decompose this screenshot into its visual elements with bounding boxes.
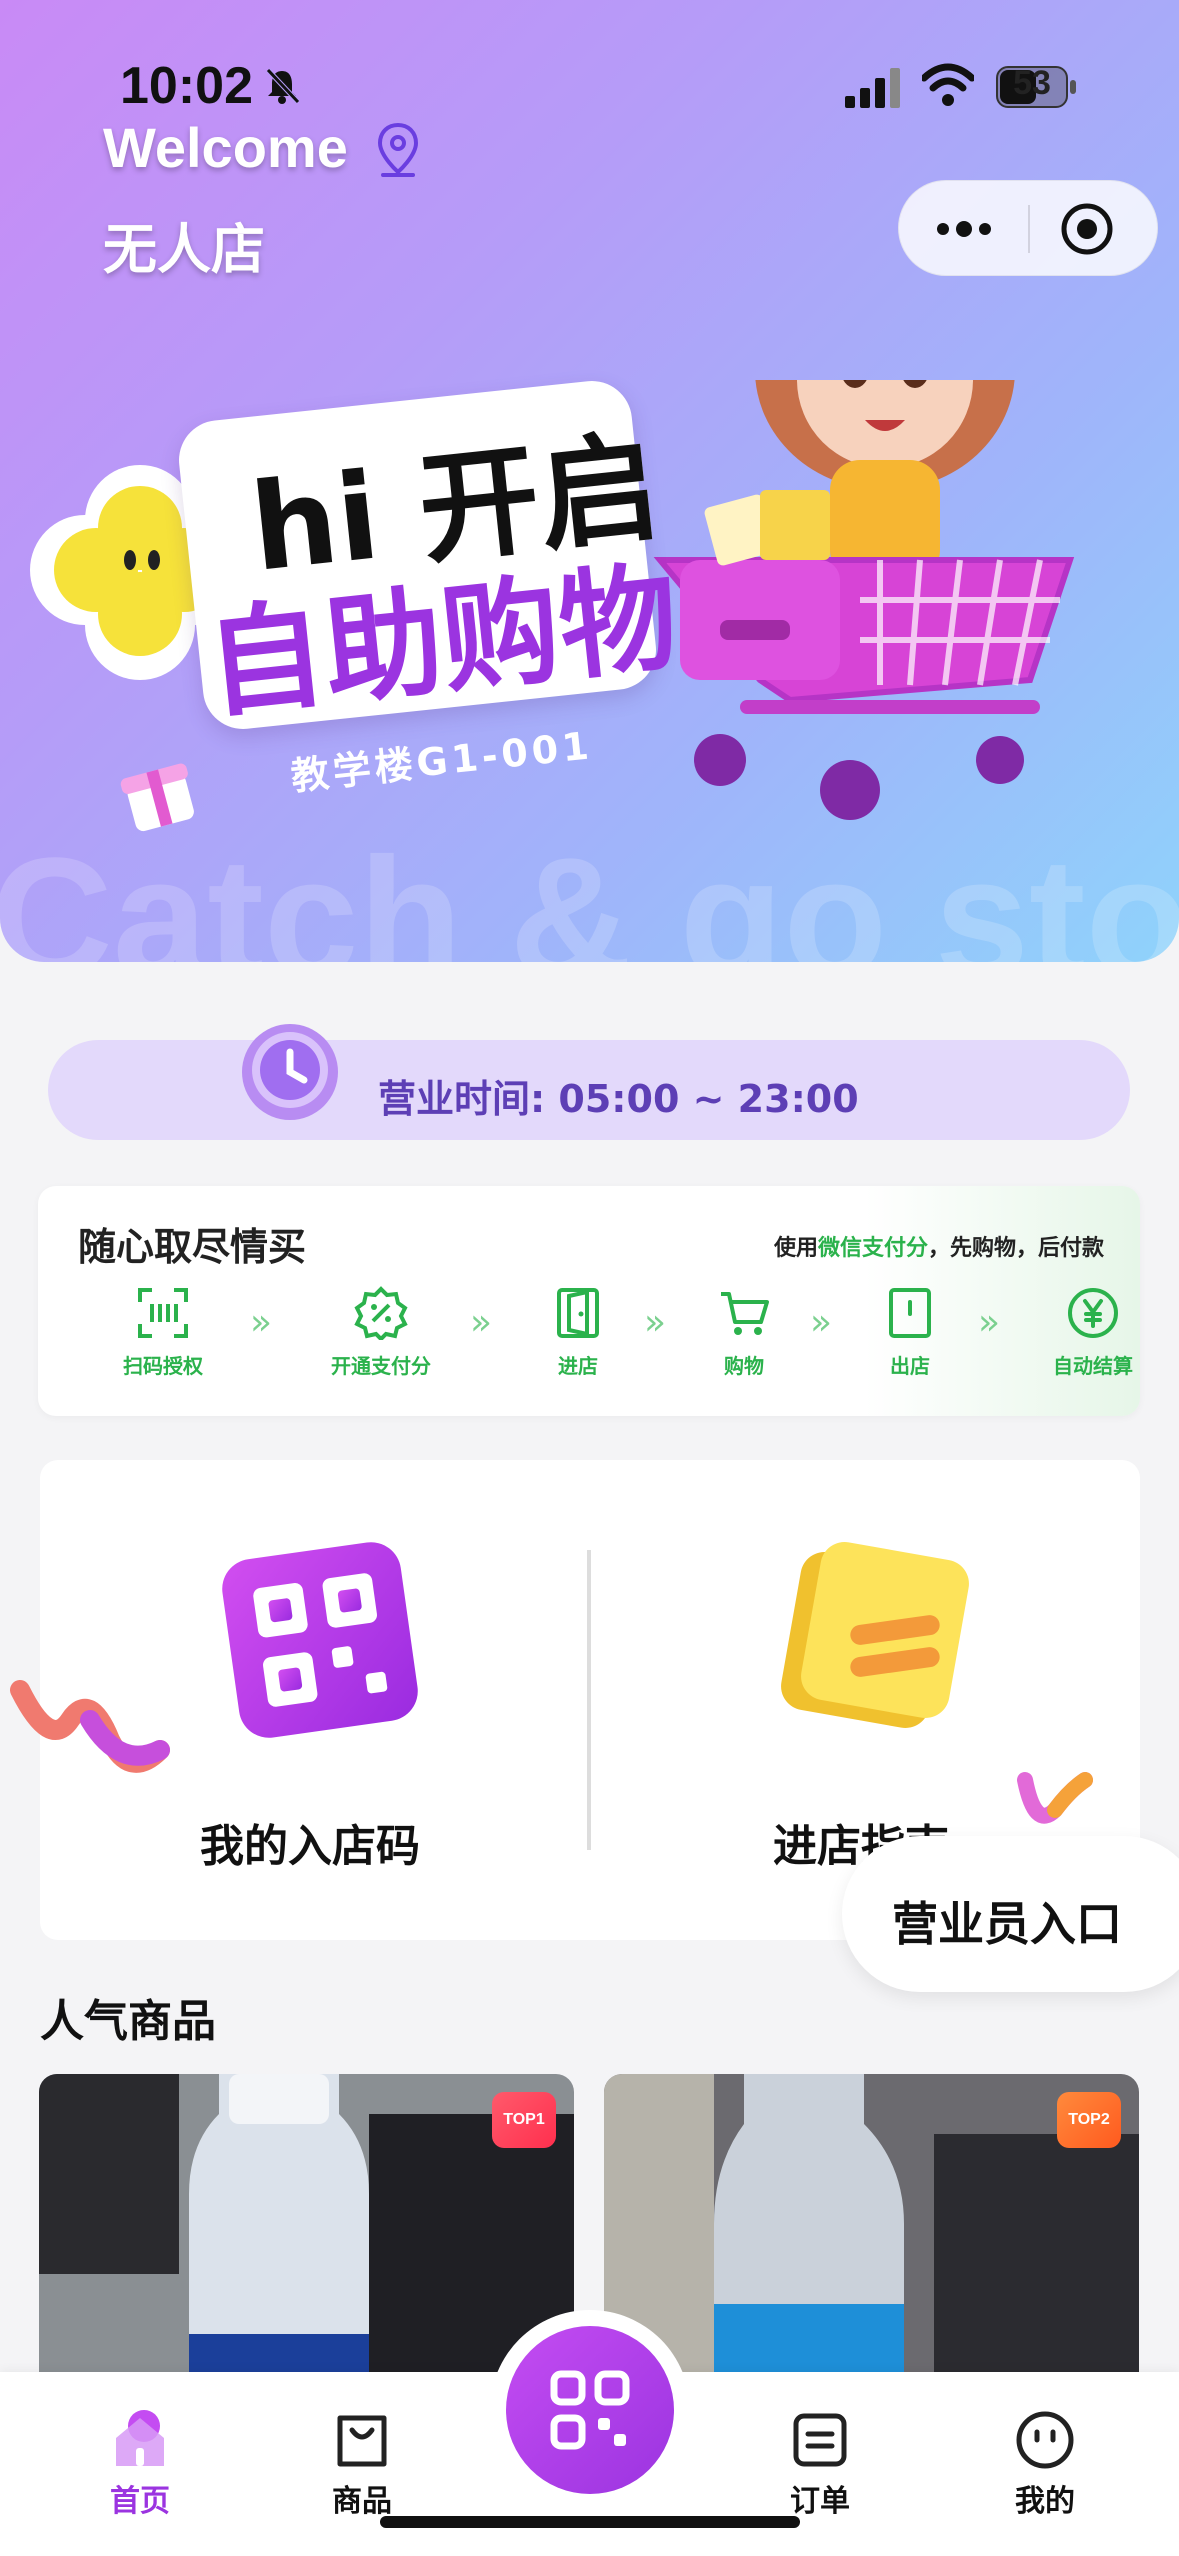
door-icon bbox=[557, 1288, 599, 1338]
flow-subtitle-highlight: 微信支付分 bbox=[817, 1236, 928, 1261]
smiley-user-icon bbox=[1016, 2411, 1074, 2469]
scan-entry-button[interactable] bbox=[490, 2310, 690, 2510]
qr-code-icon[interactable] bbox=[210, 1520, 430, 1740]
tab-mine-label: 我的 bbox=[1015, 2484, 1075, 2519]
flow-step-label: 出店 bbox=[890, 1354, 930, 1378]
flow-step-label: 扫码授权 bbox=[123, 1354, 203, 1378]
tab-goods-label: 商品 bbox=[332, 2484, 392, 2519]
signal-icon bbox=[845, 68, 900, 108]
tab-orders-label: 订单 bbox=[790, 2484, 850, 2519]
flow-arrow: » bbox=[250, 1302, 273, 1343]
wifi-icon bbox=[922, 63, 974, 106]
cards-divider bbox=[587, 1550, 591, 1850]
clock-icon bbox=[242, 1024, 338, 1120]
flow-title: 随心取尽情买 bbox=[78, 1225, 307, 1269]
exit-door-icon bbox=[889, 1288, 931, 1338]
tab-home[interactable]: 首页 bbox=[70, 2408, 210, 2520]
wechat-payscore-flow-card[interactable]: 随心取尽情买 使用微信支付分，先购物，后付款 扫码授权 » 开通支付分 » 进店… bbox=[38, 1186, 1140, 1416]
flow-step-label: 自动结算 bbox=[1053, 1354, 1133, 1378]
flow-arrow: » bbox=[470, 1302, 493, 1343]
flow-step-scan: 扫码授权 bbox=[88, 1286, 238, 1379]
business-hours-text: 营业时间: 05:00 ~ 23:00 bbox=[378, 1077, 859, 1121]
rank-badge: TOP2 bbox=[1057, 2092, 1121, 2148]
yuan-coin-icon bbox=[1068, 1288, 1118, 1338]
flow-step-label: 购物 bbox=[724, 1354, 764, 1378]
scan-button-face bbox=[506, 2326, 674, 2494]
product-card[interactable]: TOP2 bbox=[604, 2074, 1139, 2394]
more-icon[interactable] bbox=[929, 205, 999, 253]
tab-orders[interactable]: 订单 bbox=[750, 2408, 890, 2520]
flow-steps: 扫码授权 » 开通支付分 » 进店 » 购物 » 出店 » 自动结算 bbox=[38, 1286, 1140, 1406]
flow-step-settle: 自动结算 bbox=[1018, 1286, 1168, 1379]
flow-step-label: 进店 bbox=[558, 1354, 598, 1378]
shopping-bag-icon bbox=[337, 2415, 387, 2467]
flow-arrow: » bbox=[644, 1302, 667, 1343]
tab-goods[interactable]: 商品 bbox=[292, 2408, 432, 2520]
scan-icon bbox=[138, 1288, 188, 1338]
battery-level: 53 bbox=[1013, 64, 1051, 102]
staff-entry-button[interactable]: 营业员入口 bbox=[842, 1836, 1179, 1992]
decorative-wave-icon bbox=[10, 1680, 170, 1773]
capsule-divider bbox=[1028, 205, 1030, 253]
bell-muted-icon bbox=[266, 68, 300, 104]
flow-subtitle-prefix: 使用 bbox=[773, 1236, 818, 1261]
flow-arrow: » bbox=[810, 1302, 833, 1343]
entry-code-label[interactable]: 我的入店码 bbox=[200, 1810, 420, 1874]
rank-badge: TOP1 bbox=[492, 2092, 556, 2148]
cart-icon bbox=[721, 1292, 769, 1335]
store-name[interactable]: 无人店 bbox=[103, 205, 265, 284]
badge-percent-icon bbox=[354, 1286, 408, 1340]
status-time: 10:02 bbox=[120, 57, 253, 115]
flow-step-shop: 购物 bbox=[669, 1286, 819, 1379]
staff-entry-label: 营业员入口 bbox=[892, 1897, 1122, 1951]
decorative-wave-icon bbox=[1017, 1772, 1093, 1824]
location-pin-icon[interactable] bbox=[375, 122, 421, 178]
tab-home-label: 首页 bbox=[110, 2484, 170, 2519]
close-miniprogram-icon[interactable] bbox=[1059, 201, 1115, 257]
home-icon bbox=[116, 2410, 164, 2466]
product-card[interactable]: TOP1 bbox=[39, 2074, 574, 2394]
flow-step-exit: 出店 bbox=[835, 1286, 985, 1379]
flow-arrow: » bbox=[978, 1302, 1001, 1343]
flow-step-enable-payscore: 开通支付分 bbox=[306, 1286, 456, 1379]
popular-section-title: 人气商品 bbox=[40, 1996, 216, 2047]
flow-step-enter: 进店 bbox=[503, 1286, 653, 1379]
home-indicator bbox=[380, 2516, 800, 2528]
qr-scan-icon bbox=[550, 2370, 630, 2450]
flow-step-label: 开通支付分 bbox=[331, 1354, 431, 1378]
orders-list-icon bbox=[793, 2413, 847, 2467]
guide-book-icon[interactable] bbox=[760, 1520, 980, 1740]
welcome-text: Welcome bbox=[103, 116, 348, 179]
miniprogram-capsule bbox=[898, 180, 1158, 276]
flow-subtitle: 使用微信支付分，先购物，后付款 bbox=[774, 1230, 1104, 1262]
tab-mine[interactable]: 我的 bbox=[975, 2408, 1115, 2520]
flow-subtitle-suffix: ，先购物，后付款 bbox=[927, 1236, 1104, 1261]
